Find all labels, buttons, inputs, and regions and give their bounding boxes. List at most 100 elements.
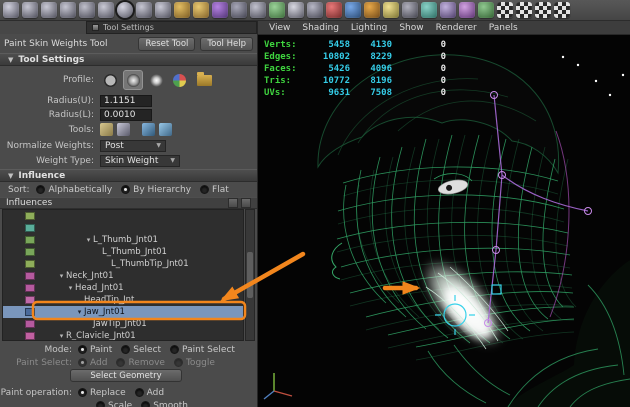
dropdown-arrow-icon: ▼ bbox=[156, 142, 161, 149]
lambert-sphere-icon[interactable] bbox=[326, 2, 342, 18]
influence-row-r_clavicle_jnt01[interactable]: ▾ R_Clavicle_Jnt01 bbox=[3, 330, 243, 340]
influence-row-head_jnt01[interactable]: ▾ Head_Jnt01 bbox=[3, 282, 243, 294]
camera-icon[interactable] bbox=[402, 2, 418, 18]
tree-expander-icon[interactable]: ▾ bbox=[57, 272, 66, 280]
weight-hammer-icon[interactable] bbox=[142, 123, 155, 136]
menu-lighting[interactable]: Lighting bbox=[345, 23, 393, 33]
text-tool-icon[interactable] bbox=[288, 2, 304, 18]
radio-label: By Hierarchy bbox=[133, 184, 192, 195]
influence-row[interactable] bbox=[3, 210, 243, 222]
radio-scale[interactable]: Scale bbox=[96, 401, 132, 407]
brush-stamp-button[interactable] bbox=[169, 70, 189, 90]
radio-by-hierarchy[interactable]: By Hierarchy bbox=[121, 185, 191, 195]
tree-expander-icon[interactable]: ▾ bbox=[84, 236, 93, 244]
titlebar-main[interactable]: Tool Settings bbox=[86, 21, 257, 34]
checker-map-2-icon[interactable] bbox=[516, 2, 532, 18]
nurbs-cube-icon[interactable] bbox=[231, 2, 247, 18]
radius-l-input[interactable] bbox=[100, 108, 152, 121]
tool-settings-section-header[interactable]: ▼ Tool Settings bbox=[0, 53, 257, 66]
influence-section-header[interactable]: ▼ Influence bbox=[0, 169, 257, 182]
radio-paint-select[interactable]: Paint Select bbox=[170, 345, 235, 355]
bevel-plus-icon[interactable] bbox=[269, 2, 285, 18]
radio-replace[interactable]: Replace bbox=[78, 388, 126, 398]
poly-cone-icon[interactable] bbox=[60, 2, 76, 18]
ik-handle-icon[interactable] bbox=[440, 2, 456, 18]
subdiv-sphere-icon[interactable] bbox=[307, 2, 323, 18]
file-texture-icon[interactable] bbox=[478, 2, 494, 18]
influence-row[interactable] bbox=[3, 222, 243, 234]
ramp-texture-icon[interactable] bbox=[364, 2, 380, 18]
poly-helix-icon[interactable] bbox=[174, 2, 190, 18]
tool-name-label: Paint Skin Weights Tool bbox=[4, 38, 108, 49]
weight-type-dropdown[interactable]: Skin Weight ▼ bbox=[100, 154, 180, 167]
smooth-flood-icon[interactable] bbox=[159, 123, 172, 136]
poly-torus-icon[interactable] bbox=[98, 2, 114, 18]
checker-map-3-icon[interactable] bbox=[535, 2, 551, 18]
radio-alphabetically[interactable]: Alphabetically bbox=[36, 185, 112, 195]
poly-pyramid-icon[interactable] bbox=[136, 2, 152, 18]
mirror-weights-icon[interactable] bbox=[100, 123, 113, 136]
influence-row-l_thumb_jnt01[interactable]: ▾ L_Thumb_Jnt01 bbox=[3, 234, 243, 246]
brush-hard-button[interactable] bbox=[100, 70, 120, 90]
poly-sphere-icon[interactable] bbox=[3, 2, 19, 18]
blinn-sphere-icon[interactable] bbox=[345, 2, 361, 18]
checker-map-1-icon[interactable] bbox=[497, 2, 513, 18]
light-icon[interactable] bbox=[383, 2, 399, 18]
reset-tool-button[interactable]: Reset Tool bbox=[138, 36, 196, 51]
brush-soft-button[interactable] bbox=[123, 70, 143, 90]
menu-view[interactable]: View bbox=[263, 23, 296, 33]
poly-cylinder-icon[interactable] bbox=[41, 2, 57, 18]
radius-u-input[interactable] bbox=[100, 94, 152, 107]
paint-weights-icon[interactable] bbox=[459, 2, 475, 18]
radio-flat[interactable]: Flat bbox=[200, 185, 229, 195]
nurbs-circle-icon[interactable] bbox=[250, 2, 266, 18]
influence-row-l_thumb_jnt01[interactable]: L_Thumb_Jnt01 bbox=[3, 246, 243, 258]
tool-settings-titlebar[interactable]: Tool Settings bbox=[0, 21, 257, 34]
influence-row-jaw_jnt01[interactable]: ▾ Jaw_Jnt01 bbox=[3, 306, 243, 318]
influence-row-neck_jnt01[interactable]: ▾ Neck_Jnt01 bbox=[3, 270, 243, 282]
hud-label: Edges: bbox=[264, 52, 297, 62]
radio-paint[interactable]: Paint bbox=[78, 345, 112, 355]
influence-row-l_thumbtip_jnt01[interactable]: L_ThumbTip_Jnt01 bbox=[3, 258, 243, 270]
viewport-canvas[interactable]: Verts: 5458 4130 0 Edges: 10802 8229 0 Faces: 542… bbox=[258, 35, 630, 407]
joint-color-swatch bbox=[25, 212, 35, 220]
nurbs-sphere-icon[interactable] bbox=[212, 2, 228, 18]
radius-u-label: Radius(U): bbox=[47, 95, 94, 106]
sort-az-icon[interactable] bbox=[228, 198, 238, 208]
joint-tool-icon[interactable] bbox=[421, 2, 437, 18]
menu-show[interactable]: Show bbox=[393, 23, 429, 33]
tree-expander-icon[interactable]: ▾ bbox=[57, 332, 66, 340]
poly-prism-icon[interactable] bbox=[117, 2, 133, 18]
paint-select-label: Paint Select: bbox=[16, 357, 72, 368]
select-geometry-button[interactable]: Select Geometry bbox=[70, 369, 182, 382]
checker-map-4-icon[interactable] bbox=[554, 2, 570, 18]
influence-row-jawtip_jnt01[interactable]: JawTip_Jnt01 bbox=[3, 318, 243, 330]
poly-plane-icon[interactable] bbox=[79, 2, 95, 18]
radio-smooth[interactable]: Smooth bbox=[141, 401, 188, 407]
pin-icon[interactable] bbox=[241, 198, 251, 208]
menu-shading[interactable]: Shading bbox=[296, 23, 345, 33]
radio-dot bbox=[121, 345, 131, 354]
tree-expander-icon[interactable]: ▾ bbox=[66, 284, 75, 292]
copy-weights-icon[interactable] bbox=[117, 123, 130, 136]
menu-panels[interactable]: Panels bbox=[483, 23, 524, 33]
poly-cube-icon[interactable] bbox=[22, 2, 38, 18]
poly-soccerball-icon[interactable] bbox=[193, 2, 209, 18]
hud-value-component: 0 bbox=[440, 76, 446, 86]
poly-pipe-icon[interactable] bbox=[155, 2, 171, 18]
influence-row-headtip_jnt[interactable]: HeadTip_Jnt bbox=[3, 294, 243, 306]
scrollbar-thumb[interactable] bbox=[247, 252, 253, 298]
normalize-weights-label: Normalize Weights: bbox=[6, 140, 94, 151]
radio-add[interactable]: Add bbox=[134, 388, 164, 398]
viewport-panel: View Shading Lighting Show Renderer Panels bbox=[258, 21, 630, 407]
paint-select-row: Paint Select: Add Remove Toggle bbox=[0, 356, 257, 369]
radio-label: Alphabetically bbox=[48, 184, 113, 195]
influence-scrollbar[interactable] bbox=[245, 209, 255, 341]
radio-select[interactable]: Select bbox=[121, 345, 161, 355]
browse-stamp-folder-icon[interactable] bbox=[197, 71, 212, 86]
brush-gaussian-button[interactable] bbox=[146, 70, 166, 90]
normalize-weights-dropdown[interactable]: Post ▼ bbox=[100, 139, 166, 152]
menu-renderer[interactable]: Renderer bbox=[430, 23, 483, 33]
tree-expander-icon[interactable]: ▾ bbox=[75, 308, 84, 316]
tool-help-button[interactable]: Tool Help bbox=[200, 36, 253, 51]
